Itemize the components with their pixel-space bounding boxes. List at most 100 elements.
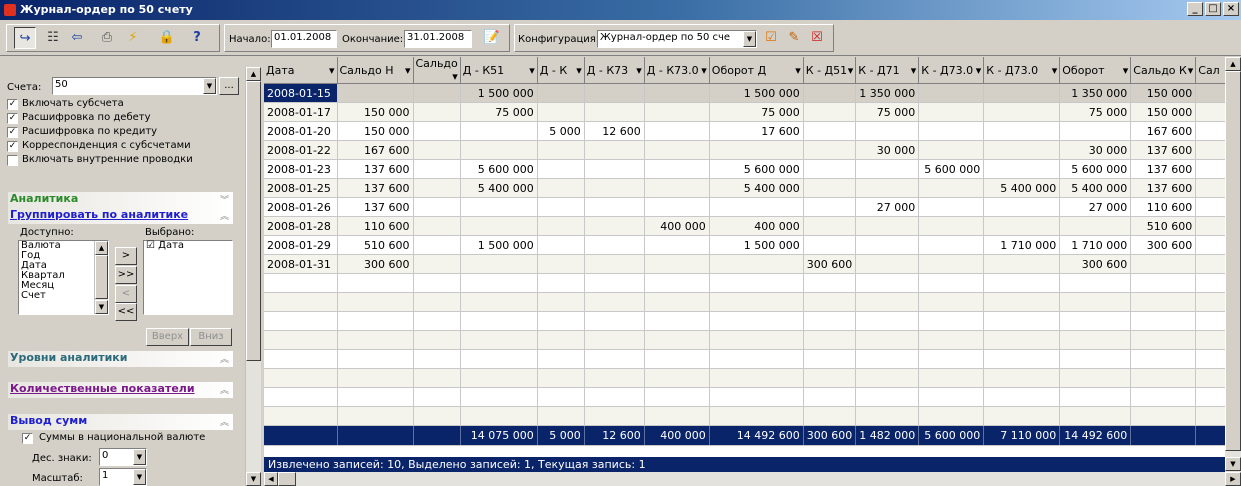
move-up-button[interactable]: Вверх xyxy=(146,328,189,346)
chevron-double-up-icon[interactable]: ︽ xyxy=(220,415,229,428)
chevron-double-down-icon[interactable]: ︾ xyxy=(220,193,229,206)
amount-cell[interactable] xyxy=(644,159,710,179)
amount-cell[interactable]: 150 000 xyxy=(337,121,414,141)
amount-cell[interactable]: 5 600 000 xyxy=(460,159,538,179)
amount-cell[interactable]: 300 600 xyxy=(1059,254,1132,274)
amount-cell[interactable] xyxy=(918,140,985,160)
amount-cell[interactable]: 300 600 xyxy=(803,254,857,274)
scroll-up-icon[interactable]: ▲ xyxy=(1225,57,1241,71)
amount-cell[interactable] xyxy=(584,197,645,217)
start-date-field[interactable]: 01.01.2008 xyxy=(271,30,337,48)
scroll-thumb[interactable] xyxy=(246,81,261,361)
amount-cell[interactable]: 1 500 000 xyxy=(709,83,804,103)
amount-cell[interactable]: 110 600 xyxy=(337,216,414,236)
grid-vertical-scrollbar[interactable]: ▲ ▼ ▶ xyxy=(1225,57,1241,486)
sort-down-icon[interactable]: ▾ xyxy=(976,64,982,77)
grid-view-icon[interactable]: ☷ xyxy=(42,27,64,49)
chevron-down-icon[interactable]: ▼ xyxy=(133,449,146,465)
config-select[interactable]: Журнал-ордер по 50 сче ▼ xyxy=(597,30,757,48)
amount-cell[interactable] xyxy=(803,140,857,160)
help-icon[interactable]: ? xyxy=(186,27,208,49)
amount-cell[interactable] xyxy=(644,235,710,255)
account-browse-button[interactable]: ... xyxy=(219,77,239,95)
amount-cell[interactable] xyxy=(918,197,985,217)
amount-cell[interactable] xyxy=(855,159,920,179)
amount-cell[interactable]: 137 600 xyxy=(337,178,414,198)
move-all-left-button[interactable]: << xyxy=(115,303,137,321)
amount-cell[interactable] xyxy=(709,197,804,217)
amount-cell[interactable] xyxy=(983,102,1061,122)
amount-cell[interactable]: 167 600 xyxy=(1130,121,1197,141)
scroll-up-icon[interactable]: ▲ xyxy=(246,67,261,81)
amount-cell[interactable] xyxy=(918,102,985,122)
move-down-button[interactable]: Вниз xyxy=(190,328,232,346)
section-analytics[interactable]: Аналитика ︾ xyxy=(8,192,233,208)
option-checkbox[interactable]: ✓ xyxy=(7,113,18,124)
scroll-thumb[interactable] xyxy=(1225,71,1241,451)
print-icon[interactable]: ⎙ xyxy=(96,27,118,49)
column-header[interactable]: Д - К73.0 ▾ xyxy=(644,57,710,84)
sort-down-icon[interactable]: ▾ xyxy=(329,64,335,77)
amount-cell[interactable]: 1 350 000 xyxy=(1059,83,1132,103)
amount-cell[interactable] xyxy=(584,102,645,122)
amount-cell[interactable] xyxy=(584,216,645,236)
date-cell[interactable]: 2008-01-15 xyxy=(264,83,338,103)
amount-cell[interactable] xyxy=(918,235,985,255)
amount-cell[interactable] xyxy=(855,121,920,141)
delete-config-icon[interactable]: ☒ xyxy=(806,27,828,49)
section-sum-output[interactable]: Вывод сумм ︽ xyxy=(8,414,233,430)
amount-cell[interactable] xyxy=(413,121,461,141)
amount-cell[interactable]: 150 000 xyxy=(337,102,414,122)
column-header[interactable]: К - Д71 ▾ xyxy=(855,57,920,84)
section-quantity-indicators[interactable]: Количественные показатели ︽ xyxy=(8,382,233,398)
national-currency-checkbox[interactable]: ✓ xyxy=(22,433,33,444)
amount-cell[interactable]: 137 600 xyxy=(337,197,414,217)
amount-cell[interactable]: 150 000 xyxy=(1130,83,1197,103)
list-item[interactable]: ☑ Дата xyxy=(144,241,232,251)
amount-cell[interactable] xyxy=(918,216,985,236)
section-analytics-levels[interactable]: Уровни аналитики ︽ xyxy=(8,351,233,367)
date-cell[interactable]: 2008-01-17 xyxy=(264,102,338,122)
column-header[interactable]: Сальдо ▾ xyxy=(413,57,461,84)
amount-cell[interactable]: 5 400 000 xyxy=(460,178,538,198)
end-date-field[interactable]: 31.01.2008 xyxy=(404,30,472,48)
amount-cell[interactable] xyxy=(537,178,585,198)
chevron-double-up-icon[interactable]: ︽ xyxy=(220,352,229,365)
table-row[interactable]: 2008-01-17 150 000 75 000 75 000 75 000 75 00… xyxy=(264,102,1233,122)
column-header[interactable]: К - Д73.0 ▾ xyxy=(983,57,1061,84)
sort-down-icon[interactable]: ▾ xyxy=(529,64,535,77)
chevron-double-up-icon[interactable]: ︽ xyxy=(220,383,229,396)
amount-cell[interactable] xyxy=(803,178,857,198)
sort-down-icon[interactable]: ▾ xyxy=(1123,64,1129,77)
date-cell[interactable]: 2008-01-25 xyxy=(264,178,338,198)
move-right-button[interactable]: > xyxy=(115,247,137,265)
minimize-button[interactable]: _ xyxy=(1187,2,1203,16)
decimals-select[interactable]: 0 ▼ xyxy=(99,448,147,466)
sort-down-icon[interactable]: ▾ xyxy=(911,64,917,77)
lock-icon[interactable]: 🔒 xyxy=(156,27,178,49)
amount-cell[interactable] xyxy=(537,102,585,122)
section-group-by-analytics[interactable]: Группировать по аналитике ︽ xyxy=(8,208,233,224)
amount-cell[interactable] xyxy=(1059,216,1132,236)
amount-cell[interactable]: 167 600 xyxy=(337,140,414,160)
amount-cell[interactable]: 27 000 xyxy=(1059,197,1132,217)
column-header[interactable]: Д - К51 ▾ xyxy=(460,57,538,84)
table-row[interactable]: 2008-01-20 150 000 5 000 12 600 17 600 167 60… xyxy=(264,121,1233,141)
amount-cell[interactable]: 1 710 000 xyxy=(983,235,1061,255)
date-cell[interactable]: 2008-01-28 xyxy=(264,216,338,236)
amount-cell[interactable] xyxy=(983,197,1061,217)
check-icon[interactable]: ☑ xyxy=(760,27,782,49)
date-cell[interactable]: 2008-01-26 xyxy=(264,197,338,217)
amount-cell[interactable] xyxy=(584,140,645,160)
amount-cell[interactable]: 5 600 000 xyxy=(918,159,985,179)
amount-cell[interactable] xyxy=(413,235,461,255)
amount-cell[interactable] xyxy=(537,197,585,217)
amount-cell[interactable] xyxy=(537,83,585,103)
amount-cell[interactable] xyxy=(413,159,461,179)
amount-cell[interactable] xyxy=(584,159,645,179)
sort-down-icon[interactable]: ▾ xyxy=(848,64,854,77)
amount-cell[interactable]: 510 600 xyxy=(1130,216,1197,236)
scroll-thumb[interactable] xyxy=(95,255,108,299)
amount-cell[interactable]: 137 600 xyxy=(1130,159,1197,179)
amount-cell[interactable] xyxy=(584,254,645,274)
